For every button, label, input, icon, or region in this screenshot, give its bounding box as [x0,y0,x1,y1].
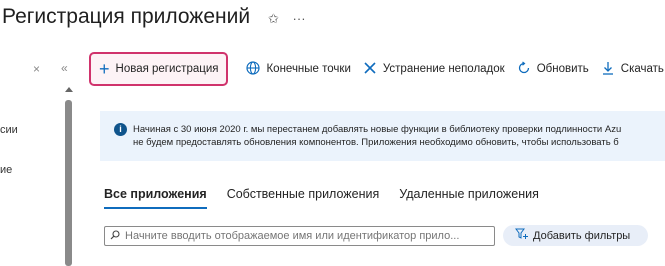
refresh-button[interactable]: Обновить [517,61,589,78]
scrollbar-thumb[interactable] [65,100,72,266]
add-filters-label: Добавить фильтры [533,229,631,242]
new-registration-button[interactable]: + Новая регистрация [89,52,229,86]
banner-line: не будем предоставлять обновления компон… [133,137,619,148]
filter-add-icon [515,228,528,243]
banner-message: Начиная с 30 июня 2020 г. мы перестанем … [133,123,621,149]
tab-deleted-applications[interactable]: Удаленные приложения [399,187,539,207]
download-icon [601,61,615,78]
sidebar-item-label[interactable]: ие [0,164,12,176]
search-box [104,226,495,246]
info-icon: i [114,123,127,136]
globe-icon [246,60,261,78]
collapse-pane-icon[interactable]: « [61,61,68,75]
command-bar: + Новая регистрация Конечные точки Устра… [89,52,664,86]
troubleshoot-label: Устранение неполадок [382,63,505,75]
new-registration-label: Новая регистрация [115,63,219,75]
scroll-up-arrow[interactable] [65,87,73,92]
tab-all-applications[interactable]: Все приложения [104,187,207,209]
endpoints-label: Конечные точки [266,63,351,75]
download-button[interactable]: Скачать [601,61,664,78]
search-input[interactable] [125,230,465,242]
banner-line: Начиная с 30 июня 2020 г. мы перестанем … [133,124,622,135]
plus-icon: + [99,59,110,79]
download-label: Скачать [620,63,664,75]
close-icon[interactable]: × [33,62,40,76]
app-tabs: Все приложения Собственные приложения Уд… [104,187,559,209]
page-title: Регистрация приложений [2,5,251,28]
endpoints-button[interactable]: Конечные точки [246,60,351,78]
title-actions: ✩ ··· [268,11,316,27]
tab-owned-applications[interactable]: Собственные приложения [227,187,380,207]
troubleshoot-button[interactable]: Устранение неполадок [363,61,505,78]
search-icon [110,229,120,243]
pin-icon[interactable]: ✩ [268,11,279,26]
more-icon[interactable]: ··· [293,11,306,26]
add-filters-button[interactable]: Добавить фильтры [503,225,648,246]
wrench-icon [363,61,377,78]
refresh-icon [517,61,531,78]
info-banner: i Начиная с 30 июня 2020 г. мы перестане… [100,111,665,161]
sidebar-item-label[interactable]: сии [0,124,18,136]
refresh-label: Обновить [536,63,589,75]
